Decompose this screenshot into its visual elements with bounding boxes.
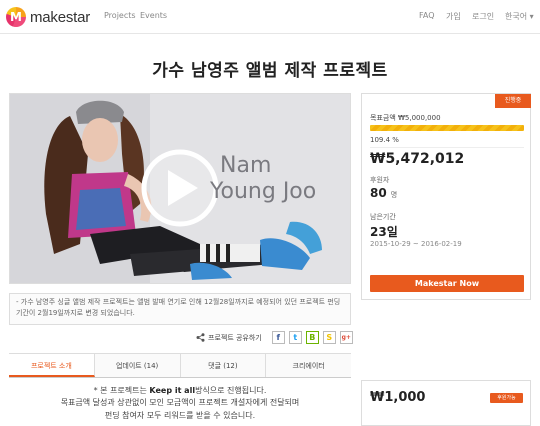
funding-panel: 진행중 목표금액 ₩5,000,000 109.4 % ₩5,472,012 후… bbox=[361, 93, 531, 300]
reward-status-badge: 후원가능 bbox=[490, 393, 523, 403]
backers-label: 후원자 bbox=[370, 176, 390, 184]
funded-amount: ₩5,472,012 bbox=[370, 151, 465, 167]
video-thumbnail: Nam Young Joo bbox=[10, 94, 350, 283]
overlay-text-first: Nam bbox=[220, 153, 271, 178]
reward-amount: ₩1,000 bbox=[370, 390, 426, 405]
project-description: * 본 프로젝트는 Keep it all방식으로 진행됩니다. 목표금액 달성… bbox=[9, 385, 351, 422]
nav-projects[interactable]: Projects bbox=[104, 11, 136, 20]
tab-creator[interactable]: 크리에이터 bbox=[266, 354, 351, 377]
project-video[interactable]: Nam Young Joo bbox=[9, 93, 351, 284]
tab-comments[interactable]: 댓글 (12) bbox=[180, 354, 267, 377]
googleplus-share-button[interactable]: g+ bbox=[339, 331, 353, 344]
nav-join[interactable]: 가입 bbox=[446, 11, 461, 22]
nav-events[interactable]: Events bbox=[140, 11, 167, 20]
funding-period: 2015-10-29 ~ 2016-02-19 bbox=[370, 240, 462, 248]
nav-faq[interactable]: FAQ bbox=[419, 11, 435, 20]
project-notice: - 가수 남영주 싱글 앨범 제작 프로젝트는 앨범 발매 연기로 인해 12월… bbox=[9, 293, 351, 325]
overlay-text-second: Young Joo bbox=[209, 179, 316, 204]
share-icon bbox=[196, 333, 205, 342]
remaining-label: 남은기간 bbox=[370, 213, 396, 221]
description-line-1: * 본 프로젝트는 Keep it all방식으로 진행됩니다. bbox=[93, 386, 267, 395]
divider bbox=[370, 147, 524, 148]
status-badge: 진행중 bbox=[495, 94, 531, 108]
makestar-logo[interactable]: makestar bbox=[6, 6, 90, 28]
facebook-share-button[interactable]: f bbox=[271, 331, 285, 344]
kakaostory-share-button[interactable]: S bbox=[322, 331, 336, 344]
keep-it-all-text: Keep it all bbox=[149, 386, 196, 395]
remaining-days: 23일 bbox=[370, 225, 398, 239]
project-title: 가수 남영주 앨범 제작 프로젝트 bbox=[152, 61, 388, 81]
tab-updates[interactable]: 업데이트 (14) bbox=[94, 354, 181, 377]
share-label: 프로젝트 공유하기 bbox=[208, 333, 262, 342]
twitter-share-button[interactable]: t bbox=[288, 331, 302, 344]
makestar-logo-icon bbox=[6, 7, 26, 27]
makestar-now-button[interactable]: Makestar Now bbox=[370, 275, 524, 292]
backers-count: 80 명 bbox=[370, 186, 398, 200]
funding-percent: 109.4 % bbox=[370, 136, 399, 144]
language-selector[interactable]: 한국어 ▾ bbox=[505, 11, 534, 22]
description-line-3: 펀딩 참여자 모두 리워드를 받을 수 있습니다. bbox=[104, 410, 256, 420]
band-share-button[interactable]: B bbox=[305, 331, 319, 344]
logo-text: makestar bbox=[30, 8, 91, 26]
funding-progress-bar bbox=[370, 125, 524, 131]
project-tabs: 프로젝트 소개 업데이트 (14) 댓글 (12) 크리에이터 bbox=[9, 353, 351, 378]
reward-card[interactable]: ₩1,000 후원가능 bbox=[361, 380, 531, 426]
nav-login[interactable]: 로그인 bbox=[472, 11, 494, 22]
top-navigation-bar: makestar Projects Events FAQ 가입 로그인 한국어 … bbox=[0, 0, 540, 34]
description-line-2: 목표금액 달성과 상관없이 모인 모금액이 프로젝트 개설자에게 전달되며 bbox=[60, 398, 300, 408]
share-row: 프로젝트 공유하기 f t B S g+ bbox=[196, 331, 353, 344]
goal-amount: 목표금액 ₩5,000,000 bbox=[370, 114, 441, 122]
tab-project-intro[interactable]: 프로젝트 소개 bbox=[9, 354, 95, 377]
